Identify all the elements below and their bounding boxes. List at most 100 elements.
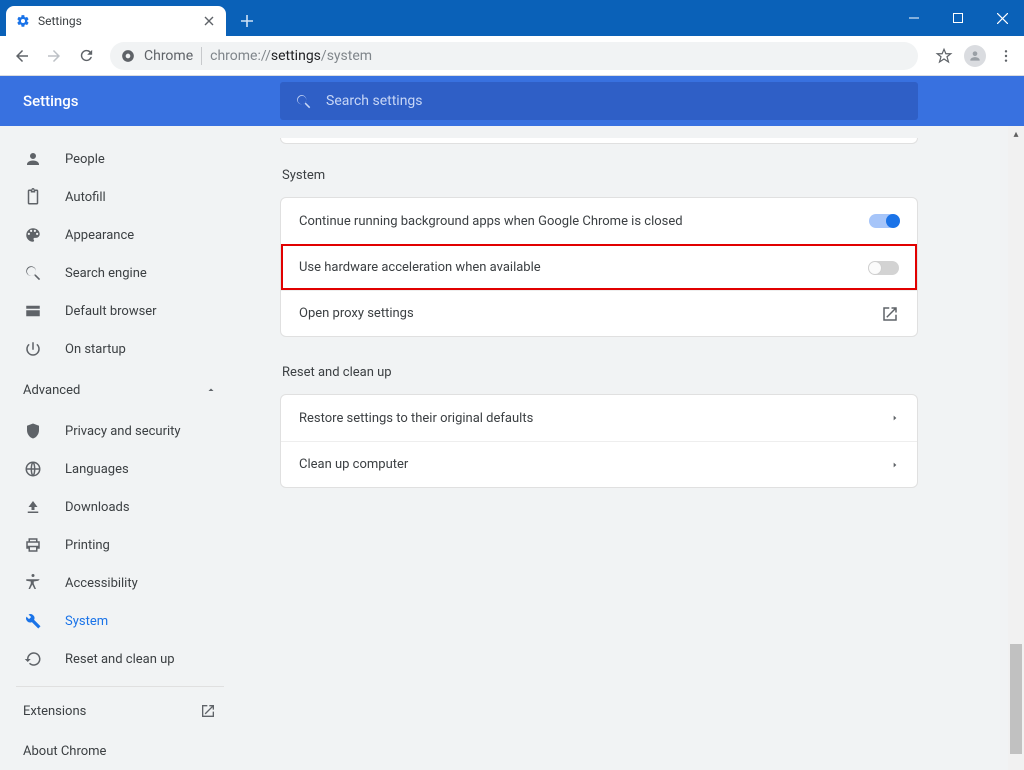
- sidebar-item-label: Appearance: [65, 228, 134, 243]
- back-button[interactable]: [8, 42, 36, 70]
- browser-icon: [23, 301, 43, 321]
- restore-icon: [23, 649, 43, 669]
- window-close-button[interactable]: [980, 0, 1024, 36]
- sidebar-item-label: Autofill: [65, 190, 106, 205]
- sidebar-item-downloads[interactable]: Downloads: [0, 488, 240, 526]
- sidebar-item-label: On startup: [65, 342, 126, 357]
- sidebar-item-label: System: [65, 614, 108, 629]
- previous-card-edge: [280, 138, 918, 144]
- sidebar-item-label: Search engine: [65, 266, 147, 281]
- settings-header: Settings: [0, 76, 1024, 126]
- clipboard-icon: [23, 187, 43, 207]
- row-label: Use hardware acceleration when available: [299, 260, 541, 275]
- toggle-background-apps[interactable]: [869, 214, 899, 228]
- sidebar-item-autofill[interactable]: Autofill: [0, 178, 240, 216]
- shield-icon: [23, 421, 43, 441]
- new-tab-button[interactable]: [236, 10, 258, 32]
- row-restore-defaults[interactable]: Restore settings to their original defau…: [281, 395, 917, 441]
- chrome-page-icon: [120, 48, 136, 64]
- sidebar-item-label: Privacy and security: [65, 424, 181, 439]
- sidebar-advanced-label: Advanced: [23, 383, 80, 398]
- person-icon: [23, 149, 43, 169]
- scrollbar-thumb[interactable]: [1010, 644, 1022, 754]
- open-in-new-icon: [881, 305, 899, 323]
- wrench-icon: [23, 611, 43, 631]
- toggle-hardware-acceleration[interactable]: [869, 261, 899, 275]
- accessibility-icon: [23, 573, 43, 593]
- sidebar-item-printing[interactable]: Printing: [0, 526, 240, 564]
- page-title: Settings: [23, 92, 280, 110]
- chevron-up-icon: [205, 384, 217, 396]
- sidebar-item-languages[interactable]: Languages: [0, 450, 240, 488]
- row-background-apps[interactable]: Continue running background apps when Go…: [281, 198, 917, 244]
- sidebar: People Autofill Appearance Search engine…: [0, 126, 240, 770]
- sidebar-divider: [16, 686, 224, 687]
- sidebar-item-label: Reset and clean up: [65, 652, 175, 667]
- search-icon: [23, 263, 43, 283]
- sidebar-item-reset[interactable]: Reset and clean up: [0, 640, 240, 678]
- sidebar-item-label: Languages: [65, 462, 129, 477]
- row-clean-up-computer[interactable]: Clean up computer: [281, 441, 917, 487]
- scroll-up-button[interactable]: ▴: [1008, 126, 1024, 142]
- row-label: Continue running background apps when Go…: [299, 214, 683, 229]
- search-icon: [294, 92, 312, 110]
- chevron-right-icon: [891, 412, 899, 424]
- kebab-menu-icon[interactable]: [996, 46, 1016, 66]
- sidebar-item-label: Default browser: [65, 304, 157, 319]
- sidebar-item-label: Downloads: [65, 500, 130, 515]
- sidebar-item-people[interactable]: People: [0, 140, 240, 178]
- open-in-new-icon: [199, 702, 217, 720]
- star-icon[interactable]: [934, 46, 954, 66]
- sidebar-item-on-startup[interactable]: On startup: [0, 330, 240, 368]
- system-card: Continue running background apps when Go…: [280, 197, 918, 337]
- tab-title: Settings: [38, 14, 194, 28]
- row-proxy-settings[interactable]: Open proxy settings: [281, 290, 917, 336]
- row-label: Clean up computer: [299, 457, 408, 472]
- sidebar-item-label: About Chrome: [23, 744, 106, 759]
- sidebar-item-label: People: [65, 152, 105, 167]
- sidebar-item-extensions[interactable]: Extensions: [0, 691, 240, 731]
- sidebar-item-appearance[interactable]: Appearance: [0, 216, 240, 254]
- section-title-reset: Reset and clean up: [282, 365, 918, 380]
- scrollbar-track[interactable]: ▴: [1008, 126, 1024, 770]
- window-controls: [892, 0, 1024, 36]
- row-hardware-acceleration[interactable]: Use hardware acceleration when available: [281, 244, 917, 290]
- profile-avatar[interactable]: [964, 45, 986, 67]
- search-settings-input[interactable]: [326, 93, 904, 109]
- globe-icon: [23, 459, 43, 479]
- window-titlebar: Settings: [0, 0, 1024, 36]
- sidebar-item-default-browser[interactable]: Default browser: [0, 292, 240, 330]
- content-area: People Autofill Appearance Search engine…: [0, 126, 1024, 770]
- sidebar-item-about[interactable]: About Chrome: [0, 731, 240, 770]
- omnibox[interactable]: Chrome chrome://settings/system: [110, 42, 918, 70]
- row-label: Open proxy settings: [299, 306, 414, 321]
- chevron-right-icon: [891, 459, 899, 471]
- search-settings-box[interactable]: [280, 82, 918, 120]
- sidebar-item-label: Accessibility: [65, 576, 138, 591]
- sidebar-item-privacy[interactable]: Privacy and security: [0, 412, 240, 450]
- sidebar-item-accessibility[interactable]: Accessibility: [0, 564, 240, 602]
- section-title-system: System: [282, 168, 918, 183]
- gear-icon: [16, 14, 30, 28]
- sidebar-item-system[interactable]: System: [0, 602, 240, 640]
- maximize-button[interactable]: [936, 0, 980, 36]
- omnibox-url: chrome://settings/system: [210, 48, 372, 64]
- power-icon: [23, 339, 43, 359]
- omnibox-separator: [201, 47, 202, 65]
- sidebar-item-label: Extensions: [23, 704, 86, 719]
- sidebar-item-label: Printing: [65, 538, 110, 553]
- close-icon[interactable]: [202, 14, 216, 28]
- main-panel: System Continue running background apps …: [240, 126, 1024, 770]
- omnibox-chip: Chrome: [144, 48, 193, 64]
- sidebar-advanced-toggle[interactable]: Advanced: [0, 368, 240, 412]
- reload-button[interactable]: [72, 42, 100, 70]
- minimize-button[interactable]: [892, 0, 936, 36]
- forward-button: [40, 42, 68, 70]
- browser-tab[interactable]: Settings: [6, 6, 226, 36]
- address-bar: Chrome chrome://settings/system: [0, 36, 1024, 76]
- reset-card: Restore settings to their original defau…: [280, 394, 918, 488]
- printer-icon: [23, 535, 43, 555]
- palette-icon: [23, 225, 43, 245]
- sidebar-item-search-engine[interactable]: Search engine: [0, 254, 240, 292]
- row-label: Restore settings to their original defau…: [299, 411, 533, 426]
